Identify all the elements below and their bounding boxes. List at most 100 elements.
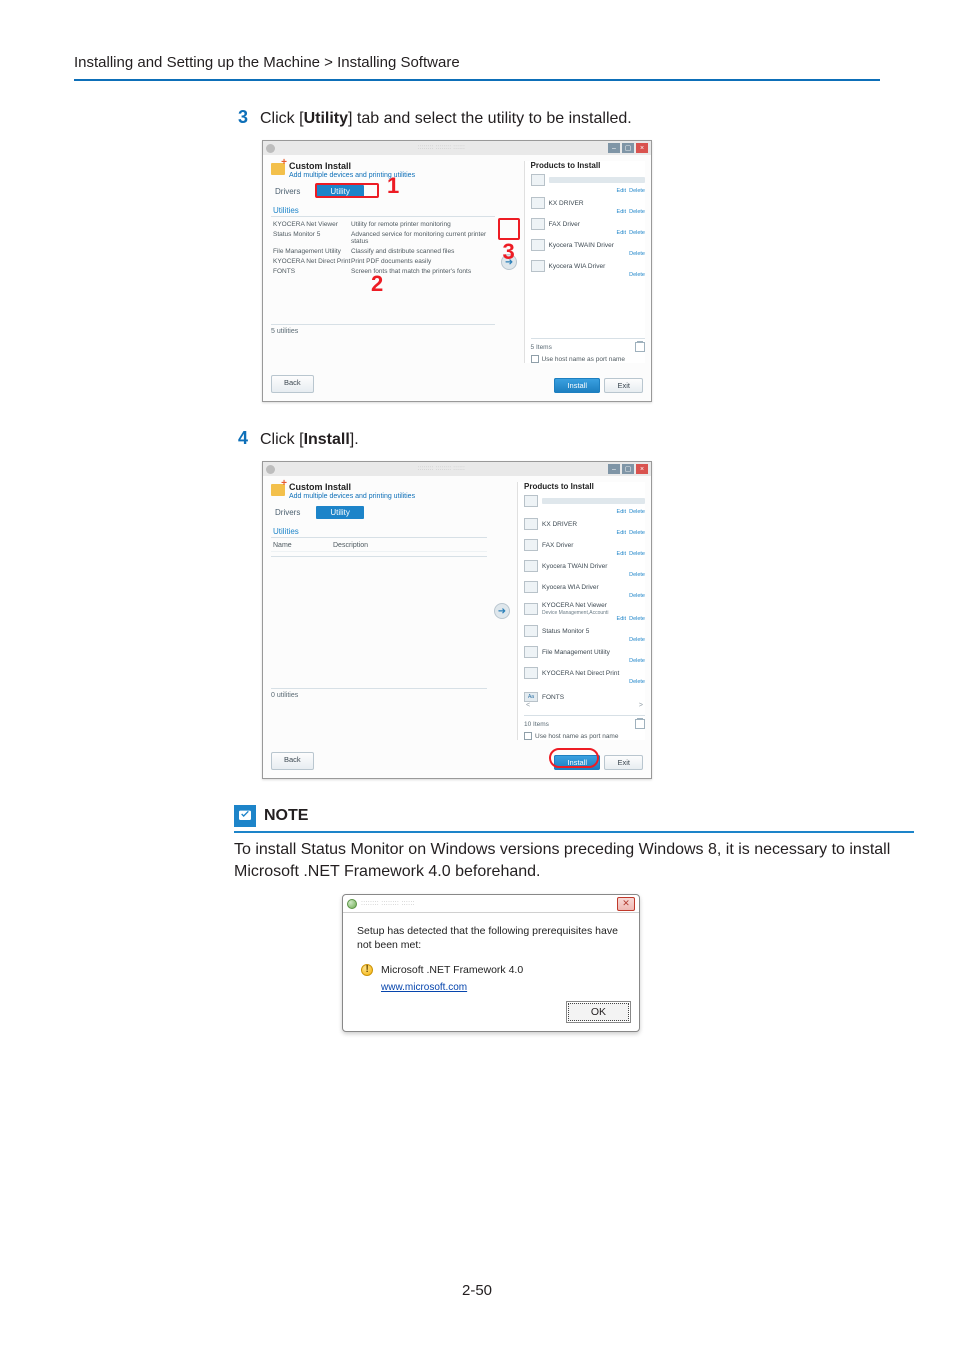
left-subtitle: Add multiple devices and printing utilit… — [289, 493, 415, 500]
edit-delete-links[interactable]: Edit Delete — [524, 509, 645, 515]
back-button[interactable]: Back — [271, 752, 314, 770]
left-pane: Custom Install Add multiple devices and … — [271, 161, 495, 363]
dialog-footer: OK — [343, 1003, 639, 1031]
product-row[interactable]: AaFONTS — [524, 689, 645, 702]
ok-button[interactable]: OK — [568, 1003, 629, 1021]
prereq-dialog-wrap: :::::::: :::::::: :::::: ✕ Setup has det… — [342, 894, 914, 1032]
delete-link[interactable]: Delete — [524, 572, 645, 578]
delete-link[interactable]: Delete — [524, 637, 645, 643]
product-row[interactable]: KYOCERA Net ViewerDevice Management,Acco… — [524, 602, 645, 616]
driver-row[interactable]: Kyocera WIA Driver — [524, 581, 645, 593]
transfer-column: ➜ 3 — [501, 161, 518, 363]
use-host-name-checkbox[interactable]: Use host name as port name — [524, 732, 645, 740]
maximize-icon[interactable]: ▢ — [622, 464, 634, 474]
tab-utility[interactable]: Utility — [316, 185, 364, 198]
utility-row[interactable]: Status Monitor 5Advanced service for mon… — [271, 229, 495, 246]
window-titlebar: :::::::: :::::::: :::::: – ▢ × — [263, 462, 651, 476]
driver-row[interactable]: KX DRIVER — [531, 197, 645, 209]
edit-delete-links[interactable]: Edit Delete — [531, 209, 645, 215]
prereq-row: Microsoft .NET Framework 4.0 — [361, 964, 625, 976]
maximize-icon[interactable]: ▢ — [622, 143, 634, 153]
driver-icon — [524, 539, 538, 551]
edit-delete-links[interactable]: Edit Delete — [531, 230, 645, 236]
edit-delete-links[interactable]: Edit Delete — [524, 616, 645, 622]
utilities-header: Utilities — [273, 206, 495, 215]
install-button[interactable]: Install — [554, 378, 600, 393]
window-controls[interactable]: – ▢ × — [608, 143, 648, 153]
window-footer: Back Install Exit — [263, 746, 651, 778]
product-row[interactable]: File Management Utility — [524, 646, 645, 658]
checkbox-icon[interactable] — [531, 355, 539, 363]
scroll-hint[interactable]: <> — [524, 702, 645, 709]
blurred-title: :::::::: :::::::: :::::: — [275, 145, 608, 151]
tab-drivers[interactable]: Drivers — [273, 185, 302, 198]
driver-row[interactable]: Kyocera TWAIN Driver — [531, 239, 645, 251]
exit-button[interactable]: Exit — [604, 378, 643, 393]
minimize-icon[interactable]: – — [608, 464, 620, 474]
arrow-right-icon[interactable]: ➜ — [494, 603, 510, 619]
utility-row[interactable]: KYOCERA Net ViewerUtility for remote pri… — [271, 219, 495, 229]
globe-icon — [347, 899, 357, 909]
product-row[interactable]: Status Monitor 5 — [524, 625, 645, 637]
delete-link[interactable]: Delete — [524, 658, 645, 664]
driver-row[interactable]: Kyocera TWAIN Driver — [524, 560, 645, 572]
install-button[interactable]: Install — [554, 755, 600, 770]
blurred-dialog-title: :::::::: :::::::: :::::: — [361, 900, 415, 907]
callout-3-number: 3 — [503, 239, 515, 265]
product-row[interactable]: KYOCERA Net Direct Print — [524, 667, 645, 679]
driver-label: KX DRIVER — [549, 200, 645, 207]
trash-icon[interactable] — [635, 719, 645, 729]
utility-row[interactable]: KYOCERA Net Direct PrintPrint PDF docume… — [271, 256, 495, 266]
left-title: Custom Install — [289, 161, 415, 171]
items-count: 5 Items — [531, 344, 552, 351]
exit-button[interactable]: Exit — [604, 755, 643, 770]
note-text: To install Status Monitor on Windows ver… — [234, 839, 914, 882]
driver-row[interactable]: FAX Driver — [524, 539, 645, 551]
header-rule — [74, 79, 880, 81]
utility-row[interactable]: File Management UtilityClassify and dist… — [271, 246, 495, 256]
driver-label: Kyocera WIA Driver — [542, 584, 645, 591]
edit-delete-links[interactable]: Edit Delete — [524, 530, 645, 536]
delete-link[interactable]: Delete — [524, 593, 645, 599]
column-headers: NameDescription — [271, 540, 487, 552]
col-desc: Description — [333, 542, 368, 549]
dialog-close-icon[interactable]: ✕ — [617, 897, 635, 911]
driver-row[interactable]: FAX Driver — [531, 218, 645, 230]
gear-icon — [266, 465, 275, 474]
t: ]. — [350, 431, 359, 448]
window-controls[interactable]: – ▢ × — [608, 464, 648, 474]
edit-delete-links[interactable]: Edit Delete — [531, 188, 645, 194]
back-button[interactable]: Back — [271, 375, 314, 393]
tabs: Drivers Utility — [273, 185, 495, 198]
delete-link[interactable]: Delete — [531, 272, 645, 278]
close-icon[interactable]: × — [636, 464, 648, 474]
driver-row[interactable]: Kyocera WIA Driver — [531, 260, 645, 272]
edit-delete-links[interactable]: Edit Delete — [524, 551, 645, 557]
use-host-name-checkbox[interactable]: Use host name as port name — [531, 355, 645, 363]
tab-utility[interactable]: Utility — [316, 506, 364, 519]
gear-icon — [266, 144, 275, 153]
minimize-icon[interactable]: – — [608, 143, 620, 153]
utility-icon — [524, 667, 538, 679]
utility-name: KYOCERA Net Direct Print — [273, 258, 351, 265]
prereq-link[interactable]: www.microsoft.com — [381, 982, 625, 993]
driver-icon — [524, 560, 538, 572]
utility-desc: Utility for remote printer monitoring — [351, 221, 493, 228]
col-name: Name — [273, 542, 333, 549]
step-number: 4 — [234, 428, 248, 449]
delete-link[interactable]: Delete — [524, 679, 645, 685]
utility-icon — [524, 603, 538, 615]
driver-row[interactable]: KX DRIVER — [524, 518, 645, 530]
printer-icon — [531, 174, 545, 186]
items-footer: 10 Items — [524, 715, 645, 729]
driver-icon — [531, 218, 545, 230]
delete-link[interactable]: Delete — [531, 251, 645, 257]
tab-drivers[interactable]: Drivers — [273, 506, 302, 519]
close-icon[interactable]: × — [636, 143, 648, 153]
trash-icon[interactable] — [635, 342, 645, 352]
products-title: Products to Install — [531, 161, 645, 170]
custom-install-icon — [271, 482, 285, 496]
utility-icon — [524, 646, 538, 658]
right-pane: Products to Install Edit Delete KX DRIVE… — [524, 161, 645, 363]
checkbox-icon[interactable] — [524, 732, 532, 740]
